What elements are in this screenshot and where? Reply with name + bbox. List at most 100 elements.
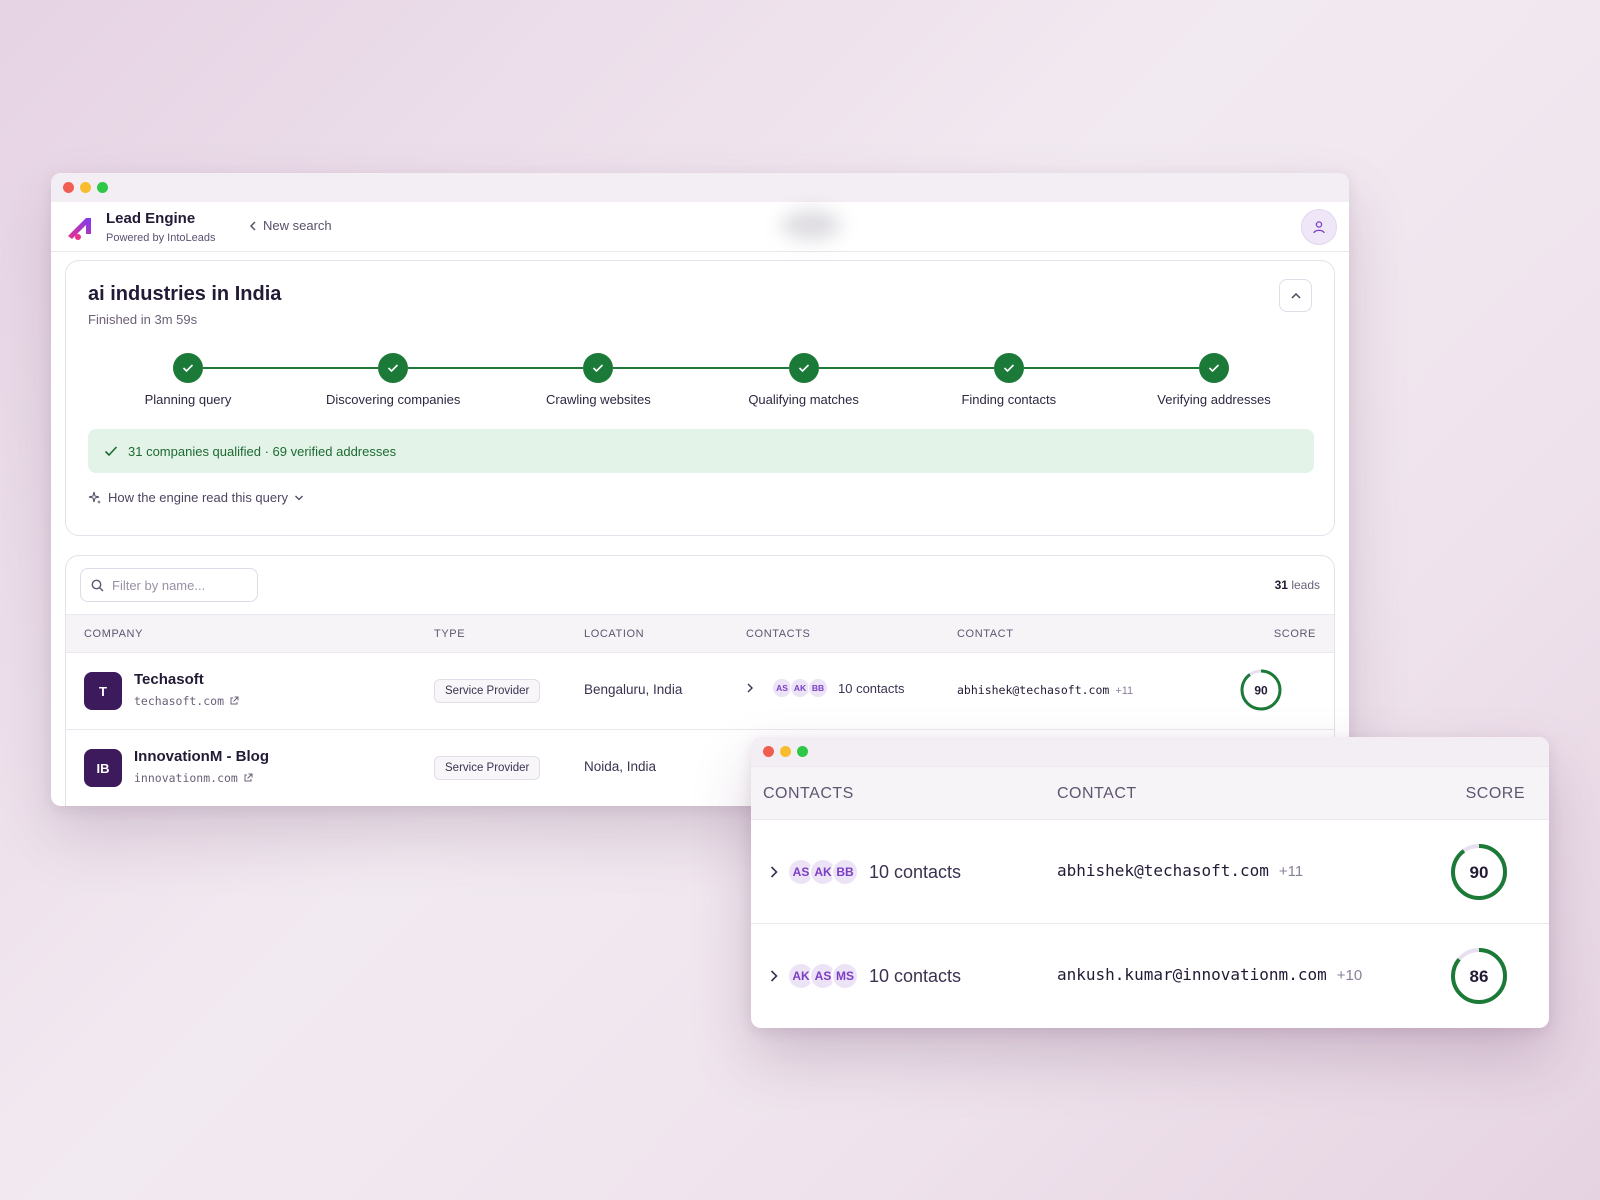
col-company[interactable]: COMPANY	[84, 628, 143, 640]
contacts-expander[interactable]: AS AK BB 10 contacts	[769, 858, 961, 886]
minimize-window-button[interactable]	[80, 182, 91, 193]
col-contacts[interactable]: CONTACTS	[763, 785, 854, 803]
filter-input[interactable]: Filter by name...	[80, 568, 258, 602]
contact-avatar: AS	[772, 678, 792, 698]
step-label: Discovering companies	[325, 392, 461, 407]
user-icon	[1313, 221, 1325, 234]
company-avatar: T	[84, 672, 122, 710]
contact-avatar: BB	[808, 678, 828, 698]
close-window-button[interactable]	[63, 182, 74, 193]
engine-read-label: How the engine read this query	[108, 490, 288, 505]
collapse-button[interactable]	[1279, 279, 1312, 312]
contact-email-more: +11	[1278, 863, 1304, 880]
step-label: Qualifying matches	[748, 392, 859, 407]
contacts-expander[interactable]: AS AK BB 10 contacts	[746, 678, 905, 698]
score-ring: 90	[1240, 669, 1282, 711]
new-search-link[interactable]: New search	[249, 218, 332, 233]
chevron-right-icon	[769, 865, 779, 879]
contact-avatar: BB	[831, 858, 859, 886]
progress-step: Discovering companies	[293, 353, 493, 407]
chevron-up-icon	[1290, 292, 1301, 299]
query-title: ai industries in India	[88, 283, 282, 305]
external-link-icon	[230, 696, 239, 705]
step-check-icon	[788, 353, 819, 383]
step-label: Planning query	[144, 392, 232, 407]
contacts-count: 10 contacts	[838, 680, 905, 696]
progress-step: Verifying addresses	[1114, 353, 1314, 407]
contact-email-address: ankush.kumar@innovationm.com	[1057, 965, 1327, 984]
contact-email-more: +10	[1336, 967, 1363, 984]
contacts-count: 10 contacts	[869, 861, 962, 882]
progress-step: Crawling websites	[498, 353, 698, 407]
step-label: Crawling websites	[546, 392, 651, 407]
company-avatar: IB	[84, 749, 122, 787]
score-ring: 90	[1451, 844, 1507, 900]
blurred-element	[781, 210, 841, 240]
app-title: Lead Engine	[106, 210, 196, 227]
maximize-window-button[interactable]	[797, 746, 808, 757]
lead-count: 31 leads	[1275, 578, 1320, 592]
table-row[interactable]: AK AS MS 10 contacts ankush.kumar@innova…	[751, 924, 1549, 1028]
type-badge: Service Provider	[434, 679, 541, 703]
result-banner-text: 31 companies qualified · 69 verified add…	[128, 443, 397, 459]
engine-read-toggle[interactable]: How the engine read this query	[88, 490, 304, 505]
lead-count-number: 31	[1274, 578, 1288, 592]
contact-email-address: abhishek@techasoft.com	[1057, 861, 1269, 880]
contact-email: ankush.kumar@innovationm.com +10	[1057, 965, 1362, 984]
score-value: 86	[1470, 967, 1489, 986]
col-contact[interactable]: CONTACT	[1057, 785, 1137, 803]
table-row[interactable]: T Techasoft techasoft.com Service Provid…	[66, 653, 1334, 730]
search-summary-card: ai industries in India Finished in 3m 59…	[65, 260, 1335, 536]
new-search-label: New search	[263, 218, 332, 233]
col-score[interactable]: SCORE	[1466, 785, 1525, 803]
app-subtitle: Powered by IntoLeads	[106, 232, 216, 244]
contacts-expander[interactable]: AK AS MS 10 contacts	[769, 962, 961, 990]
step-check-icon	[173, 353, 203, 383]
search-icon	[91, 579, 104, 591]
score-ring: 86	[1451, 948, 1507, 1004]
query-status: Finished in 3m 59s	[88, 312, 198, 327]
step-check-icon	[993, 353, 1024, 383]
company-link[interactable]: techasoft.com	[134, 694, 239, 708]
contacts-count: 10 contacts	[869, 965, 962, 986]
maximize-window-button[interactable]	[97, 182, 108, 193]
table-row[interactable]: AS AK BB 10 contacts abhishek@techasoft.…	[751, 820, 1549, 924]
col-contact[interactable]: CONTACT	[957, 628, 1014, 640]
score-value: 90	[1254, 684, 1268, 698]
step-label: Verifying addresses	[1157, 392, 1271, 407]
col-score[interactable]: SCORE	[1274, 628, 1316, 640]
check-icon	[104, 446, 118, 457]
window-titlebar	[751, 737, 1549, 766]
minimize-window-button[interactable]	[780, 746, 791, 757]
step-check-icon	[583, 353, 614, 383]
company-name: InnovationM - Blog	[134, 748, 269, 765]
step-check-icon	[378, 353, 409, 383]
progress-step: Planning query	[88, 353, 288, 407]
company-name: Techasoft	[134, 671, 204, 688]
main-window: Lead Engine Powered by IntoLeads New sea…	[51, 173, 1349, 806]
company-location: Bengaluru, India	[584, 682, 683, 697]
company-link[interactable]: innovationm.com	[134, 771, 253, 785]
step-label: Finding contacts	[961, 392, 1057, 407]
zoom-table-header: CONTACTS CONTACT SCORE	[751, 766, 1549, 820]
col-location[interactable]: LOCATION	[584, 628, 644, 640]
progress-stepper: Planning query Discovering companies Crawl…	[88, 353, 1314, 413]
col-type[interactable]: TYPE	[434, 628, 465, 640]
window-titlebar	[51, 173, 1349, 202]
chevron-left-icon	[249, 220, 256, 231]
chevron-right-icon	[769, 969, 779, 983]
user-menu-button[interactable]	[1301, 209, 1337, 245]
zoomed-window: CONTACTS CONTACT SCORE AS AK BB 10 conta…	[751, 737, 1549, 1028]
type-badge: Service Provider	[434, 756, 541, 780]
contact-avatar: MS	[831, 962, 859, 990]
close-window-button[interactable]	[763, 746, 774, 757]
chevron-down-icon	[294, 495, 303, 500]
score-value: 90	[1470, 863, 1489, 882]
lead-count-suffix: leads	[1291, 578, 1320, 592]
col-contacts[interactable]: CONTACTS	[746, 628, 810, 640]
contact-email-more: +11	[1115, 685, 1134, 697]
company-domain: innovationm.com	[134, 771, 238, 785]
step-check-icon	[1199, 353, 1229, 383]
app-header: Lead Engine Powered by IntoLeads New sea…	[51, 202, 1349, 252]
contact-avatar: AK	[790, 678, 810, 698]
